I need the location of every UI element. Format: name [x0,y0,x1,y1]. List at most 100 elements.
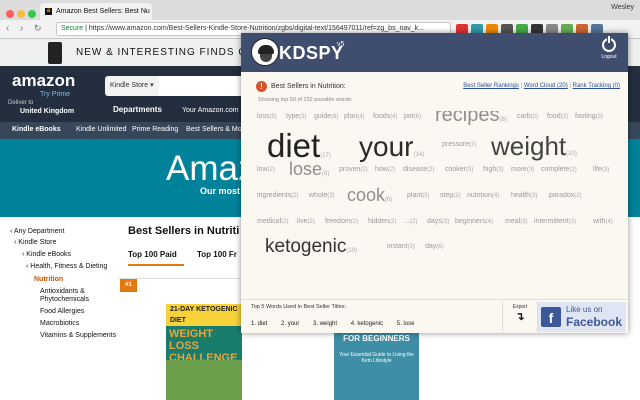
kdspy-logo-text: KDSPY [279,43,344,63]
cloud-word[interactable]: pot(6) [404,113,421,120]
link-best-seller-rankings[interactable]: Best Seller Rankings [463,83,519,89]
back-icon[interactable]: ‹ [6,23,9,34]
cloud-word[interactable]: freedom(2) [325,218,358,225]
cloud-word[interactable]: step(2) [440,192,461,199]
cloud-word-text: life [593,166,602,173]
tab-top-100-free[interactable]: Top 100 Fr [197,250,237,259]
subnav-kindle-unlimited[interactable]: Kindle Unlimited [76,126,127,133]
cloud-word[interactable]: more(3) [511,166,534,173]
cloud-word[interactable]: live(2) [297,218,315,225]
facebook-like-button[interactable]: f Like us on Facebook [538,302,626,332]
cloud-word[interactable]: lose(8) [289,160,329,178]
cloud-word-text: health [511,192,531,199]
cloud-word-count: (8) [499,117,507,123]
nav-kindle-store[interactable]: ‹ Kindle Store [14,239,56,246]
forward-icon[interactable]: › [20,23,23,34]
cloud-word[interactable]: pressure(2) [442,141,477,148]
logout-button[interactable]: Logout [596,36,622,68]
cloud-word-count: (3) [595,114,603,120]
nav-phytochemicals[interactable]: Phytochemicals [40,296,89,303]
subnav-prime-reading[interactable]: Prime Reading [132,126,178,133]
nav-antioxidants[interactable]: Antioxidants & [40,288,85,295]
cloud-word[interactable]: complete(2) [541,166,577,173]
cloud-word[interactable]: with(4) [593,218,613,225]
cloud-word[interactable]: high(3) [483,166,504,173]
cloud-word[interactable]: hidden(2) [368,218,396,225]
cloud-word[interactable]: loss(9) [257,113,277,120]
close-window-icon[interactable] [6,10,14,18]
subnav-kindle-ebooks[interactable]: Kindle eBooks [12,126,61,133]
cloud-word[interactable]: type(3) [286,113,307,120]
cloud-word[interactable]: intermittent(3) [534,218,576,225]
minimize-window-icon[interactable] [17,10,25,18]
cloud-word-text: proven [339,166,361,173]
tab-close-icon[interactable]: × [143,3,148,20]
cloud-word-text: live [297,218,308,225]
cloud-word[interactable]: cooker(3) [445,166,473,173]
cloud-word[interactable]: low(2) [257,166,275,173]
departments-menu[interactable]: Departments [113,105,162,114]
cloud-word[interactable]: fasting(3) [575,113,603,120]
amazon-logo[interactable]: amazon [12,71,75,91]
cloud-word[interactable]: day(6) [425,243,444,250]
link-rank-tracking[interactable]: Rank Tracking (0) [573,83,620,89]
cloud-word[interactable]: guide(6) [314,113,338,120]
search-category-select[interactable]: Kindle Store ▾ [105,76,159,96]
zoom-window-icon[interactable] [28,10,36,18]
try-prime-link[interactable]: Try Prime [40,91,70,98]
cloud-word[interactable]: foods(4) [373,113,397,120]
cloud-word[interactable]: nutrition(4) [467,192,499,199]
cloud-word[interactable]: plan(4) [344,113,365,120]
nav-health-fitness[interactable]: ‹ Health, Fitness & Dieting [26,263,107,270]
cloud-word[interactable]: ketogenic(10) [265,237,357,256]
spy-logo-icon [251,38,279,66]
cloud-word[interactable]: disease(2) [403,166,434,173]
cloud-word[interactable]: weight(10) [491,133,577,159]
link-word-cloud[interactable]: Word Cloud (20) [524,83,568,89]
cloud-word-count: (3) [327,193,335,199]
cloud-word-count: (2) [389,219,397,225]
nav-macrobiotics[interactable]: Macrobiotics [40,320,79,327]
cloud-word[interactable]: food(2) [547,113,568,120]
cloud-word[interactable]: paradox(2) [549,192,582,199]
cloud-word[interactable]: health(3) [511,192,537,199]
cloud-word[interactable]: carb(2) [517,113,538,120]
export-button[interactable]: Export ↴ [502,301,538,334]
cloud-word[interactable]: plant(3) [407,192,430,199]
cloud-word-text: loss [257,113,270,120]
cloud-word[interactable]: how(2) [375,166,395,173]
profile-name[interactable]: Wesley [611,4,634,11]
cloud-word[interactable]: diet(17) [267,129,331,162]
deliver-to-label: Deliver to [8,100,34,106]
cloud-word[interactable]: your(14) [359,133,424,161]
cloud-word-text: cooker [445,166,467,173]
cloud-word-count: (3) [526,167,535,173]
nav-vitamins[interactable]: Vitamins & Supplements [40,332,116,339]
info-icon[interactable]: ! [256,81,267,92]
browser-tab[interactable]: a Amazon Best Sellers: Best Nu × [40,3,152,20]
nav-food-allergies[interactable]: Food Allergies [40,308,84,315]
cloud-word[interactable]: proven(2) [339,166,368,173]
tab-top-100-paid[interactable]: Top 100 Paid [128,250,177,259]
cloud-word[interactable]: beginners(4) [455,218,493,225]
nav-any-department[interactable]: ‹ Any Department [10,228,64,235]
secure-label: Secure [61,25,84,32]
cloud-word[interactable]: whole(3) [309,192,335,199]
cloud-word[interactable]: ingredients(2) [257,192,299,199]
cloud-word-count: (9) [269,114,277,120]
subnav-best-sellers[interactable]: Best Sellers & Mo [186,126,242,133]
cloud-word[interactable]: instant(3) [387,243,415,250]
cloud-word[interactable]: life(3) [593,166,609,173]
cloud-word-count: (10) [346,248,358,254]
cloud-word[interactable]: recipes(8) [435,111,507,125]
cloud-word[interactable]: meal(3) [505,218,528,225]
book-cover-1[interactable]: 21-DAY KETOGENIC DIET WEIGHT LOSS CHALLE… [166,304,242,400]
nav-kindle-ebooks[interactable]: ‹ Kindle eBooks [22,251,71,258]
your-amazon-link[interactable]: Your Amazon.com [182,107,239,114]
cloud-word[interactable]: …(2) [403,218,417,225]
cloud-word[interactable]: days(3) [427,218,449,225]
reload-icon[interactable]: ↻ [34,23,42,34]
deliver-location[interactable]: United Kingdom [20,108,74,115]
cloud-word[interactable]: cook(6) [347,186,392,204]
cloud-word[interactable]: medical(2) [257,218,288,225]
